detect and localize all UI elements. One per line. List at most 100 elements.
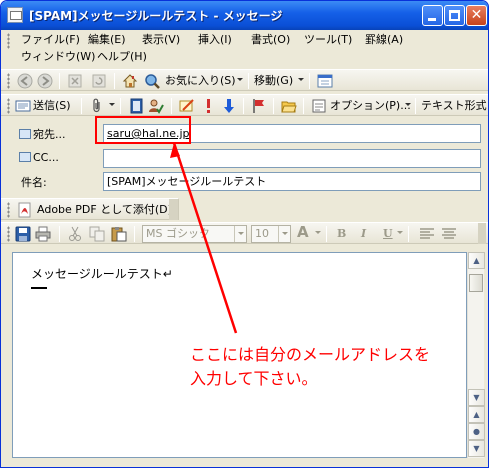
paste-icon[interactable]	[111, 226, 127, 242]
formatting-toolbar: MS ゴシック 10 A B I U	[1, 222, 488, 244]
save-icon[interactable]	[15, 226, 31, 242]
options-button[interactable]: オプション(P)...	[330, 99, 411, 113]
cc-label: CC...	[19, 151, 59, 164]
separator	[134, 226, 135, 242]
separator	[415, 98, 416, 114]
chevron-down-icon[interactable]	[234, 226, 246, 242]
annotation-line-1: ここには自分のメールアドレスを	[190, 345, 431, 364]
toolbar-overflow[interactable]	[169, 199, 178, 220]
subject-label: 件名:	[21, 176, 47, 189]
check-names-icon[interactable]	[148, 98, 164, 114]
minimize-button[interactable]	[422, 5, 443, 26]
separator	[248, 73, 249, 89]
forward-icon[interactable]	[37, 73, 53, 89]
separator	[171, 98, 172, 114]
cc-label-text: CC...	[33, 151, 59, 164]
home-icon[interactable]	[122, 73, 138, 89]
annotation-line-2: 入力して下さい。	[190, 369, 318, 388]
to-label: 宛先...	[19, 126, 66, 142]
align-left-icon[interactable]	[419, 226, 435, 242]
chevron-down-icon[interactable]	[278, 226, 290, 242]
toolbar-grip[interactable]	[7, 98, 10, 114]
menu-window[interactable]: ウィンドウ(W)	[21, 49, 95, 65]
vertical-scrollbar[interactable]: ▲ ▼ ▲ ● ▼	[467, 252, 485, 458]
italic-button[interactable]: I	[361, 227, 366, 241]
menu-edit[interactable]: 編集(E)	[88, 32, 126, 48]
address-book-icon[interactable]	[128, 98, 144, 114]
send-button[interactable]: 送信(S)	[33, 99, 71, 113]
font-name-value: MS ゴシック	[146, 227, 210, 240]
menu-bar: ファイル(F) 編集(E) 表示(V) 挿入(I) 書式(O) ツール(T) 罫…	[1, 30, 488, 66]
maximize-icon	[449, 10, 460, 21]
separator	[303, 98, 304, 114]
menu-table[interactable]: 罫線(A)	[365, 32, 403, 48]
menu-help[interactable]: ヘルプ(H)	[97, 49, 147, 65]
flag-icon[interactable]	[251, 98, 267, 114]
minimize-icon	[428, 18, 436, 21]
cut-icon[interactable]	[67, 226, 83, 242]
signature-icon[interactable]	[179, 98, 195, 114]
toolbar-grip[interactable]	[7, 226, 10, 242]
message-app-icon[interactable]	[7, 7, 23, 23]
close-button[interactable]: ✕	[466, 5, 487, 26]
menu-insert[interactable]: 挿入(I)	[198, 32, 232, 48]
align-center-icon[interactable]	[441, 226, 457, 242]
separator	[59, 73, 60, 89]
menu-file[interactable]: ファイル(F)	[21, 32, 80, 48]
subject-field[interactable]: [SPAM]メッセージルールテスト	[103, 172, 481, 191]
message-header-fields: 宛先... saru@hal.ne.jp CC... 件名: [SPAM]メッセ…	[1, 116, 488, 196]
scrollbar-thumb[interactable]	[469, 274, 483, 292]
attach-as-pdf-button[interactable]: Adobe PDF として添付(D)	[37, 203, 172, 217]
window-title: [SPAM]メッセージルールテスト - メッセージ	[29, 9, 283, 23]
font-color-button[interactable]: A	[297, 225, 309, 240]
go-menu-label[interactable]: 移動(G)	[254, 74, 293, 88]
chevron-down-icon[interactable]	[237, 78, 243, 81]
separator	[326, 226, 327, 242]
underline-button[interactable]: U	[383, 227, 393, 241]
search-web-icon[interactable]	[144, 73, 160, 89]
back-icon[interactable]	[17, 73, 33, 89]
select-browse-object-button[interactable]: ●	[468, 423, 485, 440]
toolbar-grip[interactable]	[7, 202, 10, 218]
to-label-text: 宛先...	[33, 128, 66, 141]
options-icon	[312, 99, 326, 113]
text-format-selector[interactable]: テキスト形式	[421, 99, 487, 113]
chevron-down-icon[interactable]	[405, 103, 411, 106]
menubar-grip[interactable]	[7, 33, 10, 49]
previous-page-button[interactable]: ▲	[468, 406, 485, 423]
menu-view[interactable]: 表示(V)	[142, 32, 180, 48]
title-bar[interactable]: [SPAM]メッセージルールテスト - メッセージ ✕	[1, 1, 488, 30]
low-importance-icon[interactable]	[221, 98, 237, 114]
chevron-down-icon[interactable]	[109, 103, 115, 106]
favorites-menu-label[interactable]: お気に入り(S)	[165, 74, 236, 88]
copy-icon[interactable]	[89, 226, 105, 242]
mail-toolbar: 送信(S) オプション(P)... テキスト形式	[1, 94, 488, 116]
scroll-up-button[interactable]: ▲	[468, 252, 485, 269]
high-importance-icon[interactable]	[200, 98, 216, 114]
toolbar-overflow[interactable]	[478, 223, 486, 244]
stop-icon[interactable]	[67, 73, 83, 89]
adobe-pdf-icon	[18, 202, 31, 218]
scroll-down-button[interactable]: ▼	[468, 389, 485, 406]
font-size-select[interactable]: 10	[251, 225, 291, 243]
chevron-down-icon[interactable]	[397, 231, 403, 234]
print-icon[interactable]	[35, 226, 51, 242]
paperclip-icon[interactable]	[89, 98, 105, 114]
next-page-button[interactable]: ▼	[468, 440, 485, 457]
font-name-select[interactable]: MS ゴシック	[142, 225, 247, 243]
menu-tools[interactable]: ツール(T)	[304, 32, 352, 48]
separator	[114, 73, 115, 89]
open-folder-icon[interactable]	[281, 98, 297, 114]
message-body-text[interactable]: メッセージルールテスト↵	[31, 265, 173, 282]
refresh-icon[interactable]	[91, 73, 107, 89]
maximize-button[interactable]	[444, 5, 465, 26]
separator	[59, 226, 60, 242]
chevron-down-icon[interactable]	[315, 231, 321, 234]
menu-format[interactable]: 書式(O)	[251, 32, 290, 48]
cc-field[interactable]	[103, 149, 481, 168]
toolbar-grip[interactable]	[7, 73, 10, 89]
window-list-icon[interactable]	[317, 73, 333, 89]
bold-button[interactable]: B	[337, 227, 346, 241]
chevron-down-icon[interactable]	[298, 78, 304, 81]
navigation-toolbar: お気に入り(S) 移動(G)	[1, 69, 488, 91]
